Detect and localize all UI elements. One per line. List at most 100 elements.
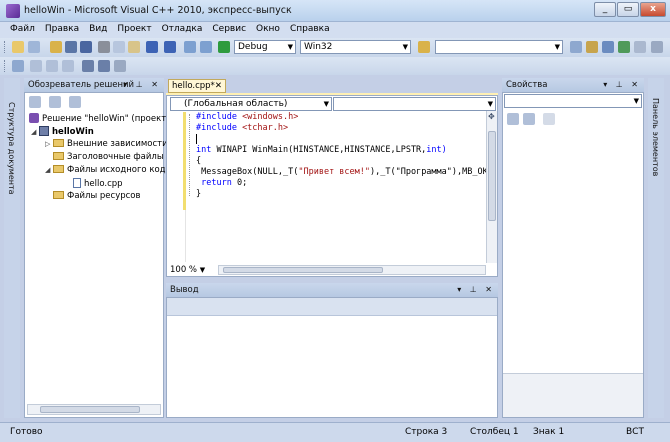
save-all-icon[interactable] [80, 41, 92, 53]
copy-icon[interactable] [113, 41, 125, 53]
find-combo[interactable]: ▼ [435, 40, 563, 54]
expand-icon[interactable]: ▷ [45, 140, 53, 148]
undo-icon[interactable] [146, 41, 158, 53]
tree-item-hello-cpp[interactable]: hello.cpp [73, 178, 123, 189]
platform-select[interactable]: Win32 ▼ [300, 40, 411, 54]
code-token: ),_T("Программа"),MB_OK); [370, 167, 498, 177]
code-token: int [196, 145, 212, 155]
open-file-icon[interactable] [50, 41, 62, 53]
chevron-down-icon: ▼ [323, 100, 329, 108]
decrease-indent-icon[interactable] [82, 60, 94, 72]
horizontal-scrollbar[interactable] [27, 404, 161, 415]
member-list-icon[interactable] [12, 60, 24, 72]
status-insert-mode: ВСТ [626, 427, 644, 437]
member-dropdown[interactable]: ▼ [333, 97, 496, 111]
panel-controls[interactable]: ▾ ⊥ ✕ [123, 78, 161, 92]
paste-icon[interactable] [128, 41, 140, 53]
menu-project[interactable]: Проект [112, 22, 156, 34]
toolbar-grip[interactable] [4, 60, 7, 72]
title-bar: helloWin - Microsoft Visual C++ 2010, эк… [0, 0, 670, 22]
menu-debug[interactable]: Отладка [157, 22, 208, 34]
code-token: #include [196, 123, 243, 133]
tab-hello-cpp[interactable]: hello.cpp* ✕ [168, 79, 226, 93]
quick-info-icon[interactable] [46, 60, 58, 72]
property-pages-icon[interactable] [543, 113, 555, 125]
editor-vertical-scrollbar[interactable]: ✥ [486, 111, 497, 263]
code-line: { [196, 156, 201, 166]
toolbar-options-icon[interactable] [114, 60, 126, 72]
menu-window[interactable]: Окно [251, 22, 285, 34]
refresh-icon[interactable] [49, 96, 61, 108]
navigate-forward-icon[interactable] [200, 41, 212, 53]
code-token: <windows.h> [242, 112, 299, 122]
scroll-thumb[interactable] [40, 406, 140, 413]
categorized-icon[interactable] [507, 113, 519, 125]
tree-item-external-deps[interactable]: ▷ Внешние зависимости [45, 139, 168, 149]
panel-controls[interactable]: ▾ ⊥ ✕ [603, 78, 641, 92]
menu-edit[interactable]: Правка [40, 22, 84, 34]
redo-icon[interactable] [164, 41, 176, 53]
output-panel[interactable] [166, 297, 498, 418]
minimize-button[interactable]: _ [594, 2, 616, 17]
configuration-value: Debug [238, 42, 268, 52]
collapse-icon[interactable]: ◢ [45, 166, 53, 174]
collapse-icon[interactable]: ◢ [31, 128, 39, 136]
menu-file[interactable]: Файл [0, 22, 40, 34]
menu-help[interactable]: Справка [285, 22, 335, 34]
toolbar-options-icon[interactable] [651, 41, 663, 53]
toolbox-strip[interactable]: Панель элементов [648, 78, 664, 418]
editor-horizontal-scrollbar[interactable] [218, 265, 486, 275]
close-button[interactable]: x [640, 2, 666, 17]
menu-tools[interactable]: Сервис [207, 22, 251, 34]
solution-explorer-icon[interactable] [570, 41, 582, 53]
toolbox-icon[interactable] [618, 41, 630, 53]
increase-indent-icon[interactable] [98, 60, 110, 72]
document-outline-strip[interactable]: Структура документа [4, 78, 20, 418]
tree-item-label: Файлы ресурсов [67, 191, 141, 201]
text-cursor [196, 134, 197, 144]
parameter-info-icon[interactable] [30, 60, 42, 72]
save-icon[interactable] [65, 41, 77, 53]
tree-item-resource-files[interactable]: Файлы ресурсов [53, 191, 141, 201]
status-char: Знак 1 [533, 427, 565, 437]
tree-item-header-files[interactable]: Заголовочные файлы [53, 152, 164, 162]
properties-icon[interactable] [586, 41, 598, 53]
start-debugging-icon[interactable] [218, 41, 230, 53]
menu-view[interactable]: Вид [84, 22, 112, 34]
scroll-thumb[interactable] [488, 131, 496, 221]
panel-controls[interactable]: ▾ ⊥ ✕ [457, 283, 495, 297]
scroll-thumb[interactable] [223, 267, 383, 273]
status-column: Столбец 1 [470, 427, 519, 437]
zoom-select[interactable]: 100 % ▼ [167, 264, 217, 276]
tree-item-solution[interactable]: Решение "helloWin" (проекто [29, 113, 171, 124]
configuration-select[interactable]: Debug ▼ [234, 40, 296, 54]
chevron-down-icon: ▼ [633, 97, 639, 105]
maximize-button[interactable]: ▭ [617, 2, 639, 17]
navigate-back-icon[interactable] [184, 41, 196, 53]
split-icon[interactable]: ✥ [488, 113, 496, 121]
code-line: #include <tchar.h> [196, 123, 288, 133]
standard-toolbar: Debug ▼ Win32 ▼ ▼ [0, 38, 670, 57]
toolbar-grip[interactable] [4, 41, 7, 53]
object-browser-icon[interactable] [602, 41, 614, 53]
tree-item-project[interactable]: ◢ helloWin [31, 126, 94, 137]
alphabetical-icon[interactable] [523, 113, 535, 125]
close-tab-icon[interactable]: ✕ [215, 80, 222, 92]
cut-icon[interactable] [98, 41, 110, 53]
find-in-files-icon[interactable] [418, 41, 430, 53]
output-title: Вывод [170, 285, 199, 295]
toolbox-tab[interactable]: Панель элементов [651, 98, 660, 176]
project-icon [39, 126, 49, 136]
platform-value: Win32 [304, 42, 333, 52]
tree-item-source-files[interactable]: ◢ Файлы исходного кода [45, 165, 171, 175]
document-outline-tab[interactable]: Структура документа [7, 102, 16, 195]
object-select[interactable]: ▼ [504, 94, 642, 108]
complete-word-icon[interactable] [62, 60, 74, 72]
scope-dropdown[interactable]: (Глобальная область) ▼ [170, 97, 332, 111]
start-page-icon[interactable] [634, 41, 646, 53]
properties-icon[interactable] [69, 96, 81, 108]
new-project-icon[interactable] [12, 41, 24, 53]
add-item-icon[interactable] [28, 41, 40, 53]
code-token: } [196, 189, 202, 199]
show-all-files-icon[interactable] [29, 96, 41, 108]
